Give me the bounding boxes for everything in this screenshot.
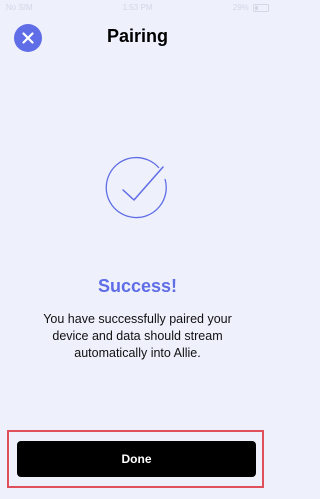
checkmark-circle-icon [105,156,167,219]
success-heading: Success! [97,276,178,296]
page-title: Pairing [106,26,168,46]
battery-indicator: 29% [233,3,269,12]
success-message: You have successfully paired your device… [43,312,232,360]
status-bar: No SIM 1:53 PM 29% [0,0,275,16]
battery-percent: 29% [232,3,249,12]
battery-icon [253,3,269,12]
done-button[interactable]: Done [17,441,256,477]
